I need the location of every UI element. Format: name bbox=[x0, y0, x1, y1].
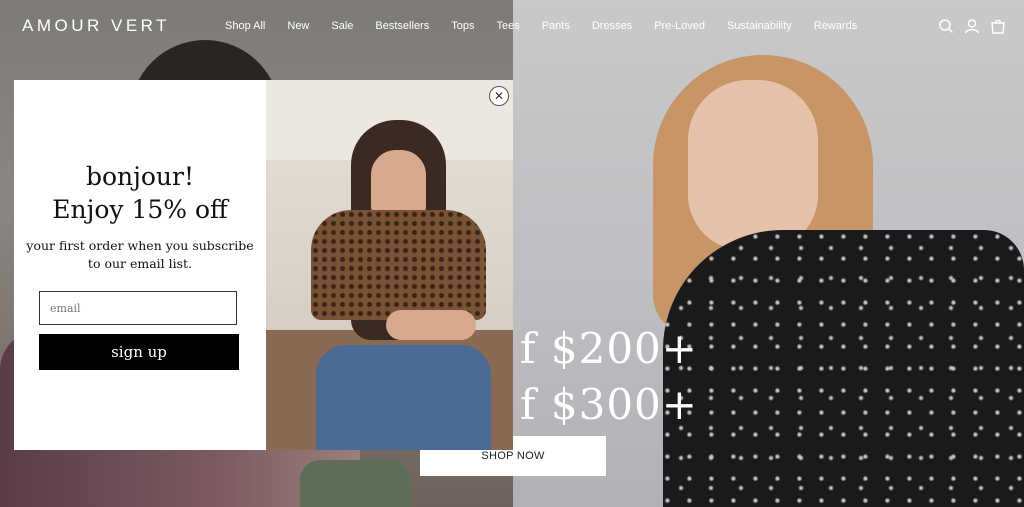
bag-icon[interactable] bbox=[990, 18, 1006, 34]
hero-image-right bbox=[513, 0, 1024, 507]
model-face bbox=[688, 80, 818, 250]
headline-greeting: bonjour! bbox=[85, 162, 195, 191]
model-sweater bbox=[663, 230, 1024, 507]
nav-pants[interactable]: Pants bbox=[542, 20, 570, 32]
hero-promo-line-1: f $200+ bbox=[520, 324, 698, 373]
nav-dresses[interactable]: Dresses bbox=[592, 20, 632, 32]
modal-headline: bonjour! Enjoy 15% off bbox=[14, 160, 266, 226]
nav-bestsellers[interactable]: Bestsellers bbox=[375, 20, 429, 32]
nav-tops[interactable]: Tops bbox=[451, 20, 474, 32]
modal-image bbox=[266, 80, 513, 450]
account-icon[interactable] bbox=[964, 18, 980, 34]
search-icon[interactable] bbox=[938, 18, 954, 34]
email-signup-modal: bonjour! Enjoy 15% off your first order … bbox=[14, 80, 513, 450]
photo-model-arm bbox=[386, 310, 476, 340]
hero-promo-line-2: f $300+ bbox=[520, 380, 698, 429]
nav-rewards[interactable]: Rewards bbox=[814, 20, 857, 32]
modal-form-panel: bonjour! Enjoy 15% off your first order … bbox=[14, 80, 266, 450]
header-icons bbox=[938, 18, 1006, 34]
nav-new[interactable]: New bbox=[287, 20, 309, 32]
close-icon[interactable]: ✕ bbox=[489, 86, 509, 106]
photo-leopard-top bbox=[311, 210, 486, 320]
nav-shop-all[interactable]: Shop All bbox=[225, 20, 265, 32]
main-nav: Shop All New Sale Bestsellers Tops Tees … bbox=[225, 20, 879, 32]
fabric-detail bbox=[300, 460, 410, 507]
site-logo[interactable]: AMOUR VERT bbox=[22, 16, 170, 36]
modal-subtext: your first order when you subscribe to o… bbox=[26, 238, 254, 271]
email-input[interactable] bbox=[39, 291, 237, 325]
nav-sustainability[interactable]: Sustainability bbox=[727, 20, 792, 32]
nav-sale[interactable]: Sale bbox=[331, 20, 353, 32]
nav-pre-loved[interactable]: Pre-Loved bbox=[654, 20, 705, 32]
photo-jeans bbox=[316, 345, 491, 450]
sign-up-button[interactable]: sign up bbox=[39, 334, 239, 370]
nav-tees[interactable]: Tees bbox=[496, 20, 519, 32]
site-header: AMOUR VERT Shop All New Sale Bestsellers… bbox=[0, 0, 1024, 54]
headline-offer: Enjoy 15% off bbox=[52, 195, 228, 224]
